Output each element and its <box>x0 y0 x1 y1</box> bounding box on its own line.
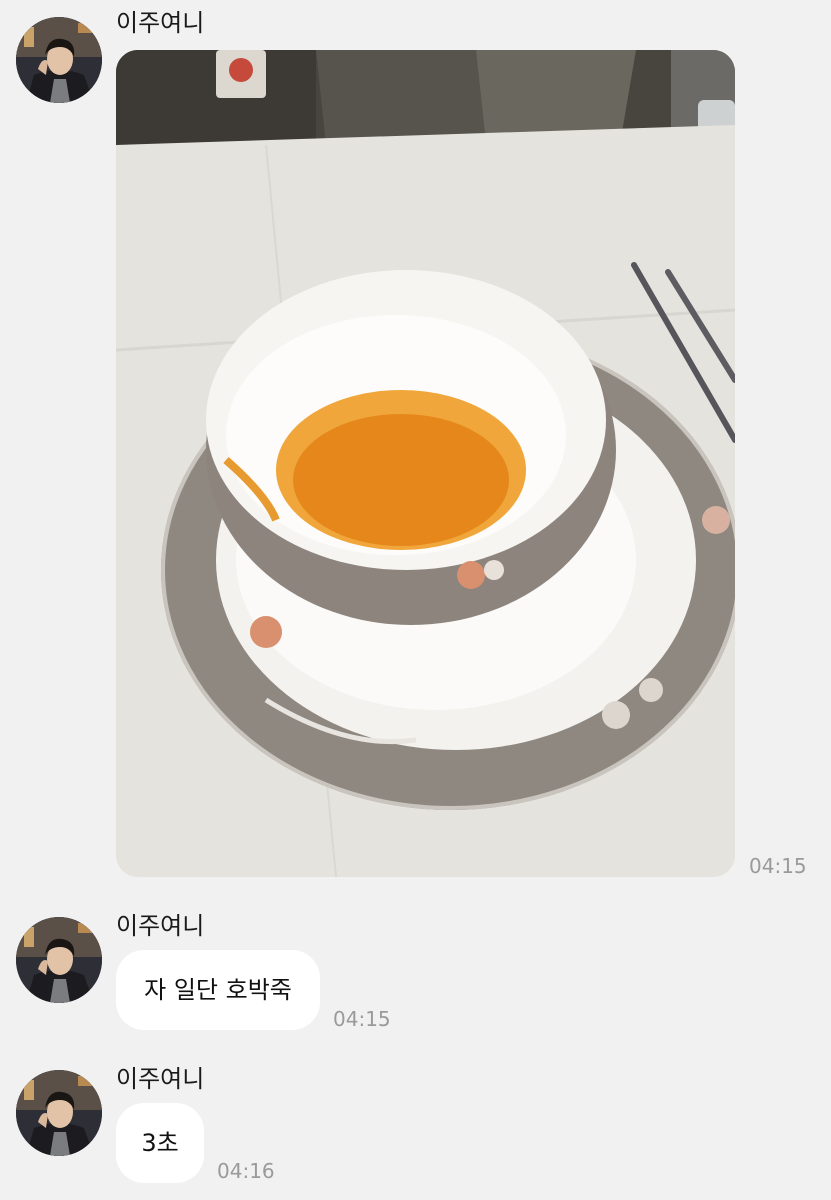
message-timestamp: 04:15 <box>749 854 807 878</box>
pumpkin-porridge-photo <box>116 50 735 877</box>
message-timestamp: 04:15 <box>333 1007 391 1031</box>
photo-attachment[interactable] <box>116 50 735 877</box>
sender-name: 이주여니 <box>116 9 205 37</box>
sender-name: 이주여니 <box>116 912 205 940</box>
message-timestamp: 04:16 <box>217 1159 275 1183</box>
sender-name: 이주여니 <box>116 1065 205 1093</box>
avatar[interactable] <box>16 17 102 103</box>
message-bubble[interactable]: 3초 <box>116 1103 204 1183</box>
avatar[interactable] <box>16 917 102 1003</box>
avatar[interactable] <box>16 1070 102 1156</box>
message-bubble[interactable]: 자 일단 호박죽 <box>116 950 320 1030</box>
